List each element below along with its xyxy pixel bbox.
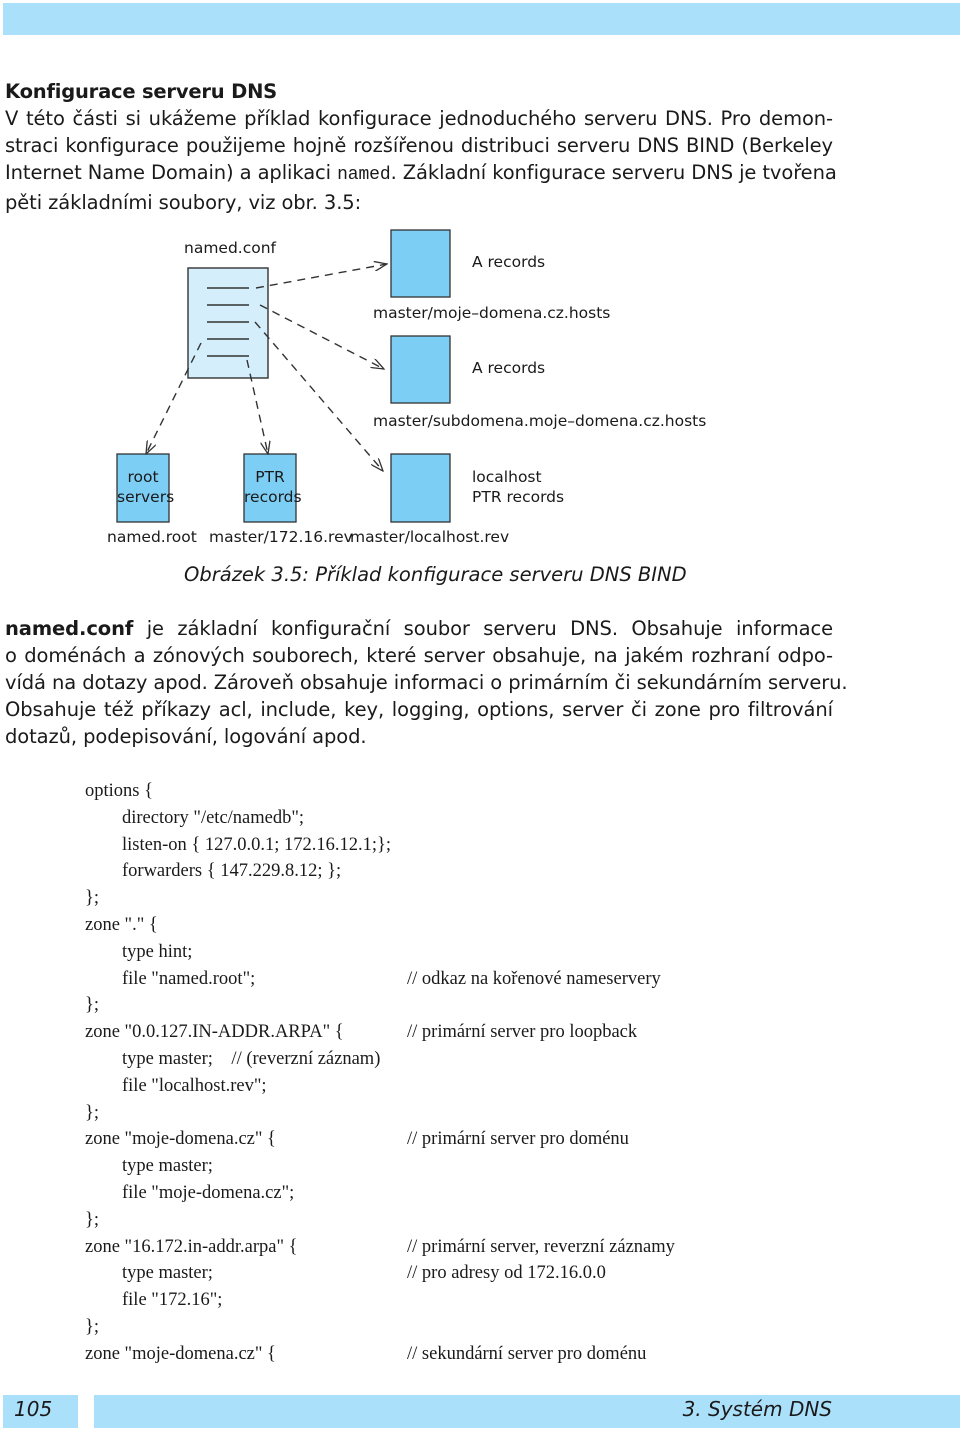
note-a-records: A records	[472, 359, 546, 377]
code-line: };	[85, 885, 391, 912]
code-line: listen-on { 127.0.0.1; 172.16.12.1;};	[85, 832, 391, 859]
label-moje-domena-hosts: master/moje–domena.cz.hosts	[373, 304, 611, 322]
arrow-to-moje-domena	[255, 264, 387, 289]
code-line: directory "/etc/namedb";	[85, 805, 391, 832]
code-line: zone "." {	[85, 912, 391, 939]
code-text: type master;	[85, 1263, 213, 1284]
figure-dns-config: named.conf A records master/moje–domena.…	[0, 225, 960, 600]
note-a-records: A records	[472, 253, 546, 271]
code-text: file "named.root";	[85, 968, 256, 989]
label-172-16-rev: master/172.16.rev	[209, 528, 353, 546]
code-comment: // sekundární server pro doménu	[407, 1343, 647, 1364]
paragraph-line: named.conf je základní konfigurační soub…	[5, 617, 833, 640]
code-comment: // primární server, reverzní záznamy	[407, 1236, 675, 1257]
code-line: zone "moje-domena.cz" { // primární serve…	[85, 1126, 629, 1153]
code-line: };	[85, 992, 391, 1019]
intro-line: pěti základními soubory, viz obr. 3.5:	[5, 191, 362, 214]
code-text: options {	[85, 781, 153, 801]
intro-line: straci konfigurace použijeme hojně rozší…	[5, 134, 833, 157]
code-text: type master;	[85, 1156, 213, 1177]
box-text-ptr-records: PTR records	[244, 468, 302, 506]
code-text: listen-on { 127.0.0.1; 172.16.12.1;};	[85, 834, 392, 855]
code-text: };	[85, 995, 100, 1016]
file-box-moje-domena-hosts	[390, 229, 451, 298]
code-text: file "localhost.rev";	[85, 1075, 267, 1096]
named-conf-paragraph: named.conf je základní konfigurační soub…	[5, 615, 848, 750]
paragraph-line: dotazů, podepisování, logování apod.	[5, 725, 367, 748]
code-text: type master; // (reverzní záznam)	[85, 1048, 381, 1069]
figure-caption: Obrázek 3.5: Příklad konfigurace serveru…	[184, 563, 687, 586]
label-subdomena-hosts: master/subdomena.moje–domena.cz.hosts	[373, 412, 707, 430]
intro-line: Internet Name Domain) a aplikaci named. …	[5, 161, 837, 185]
code-text: zone "moje-domena.cz" {	[85, 1343, 276, 1364]
code-comment: // pro adresy od 172.16.0.0	[407, 1263, 606, 1284]
file-box-subdomena-hosts	[390, 335, 451, 404]
intro-line: V této části si ukážeme příklad konfigur…	[5, 107, 833, 130]
box-text-root-servers: root servers	[117, 468, 175, 506]
arrow-to-named-root	[146, 342, 202, 454]
code-line: file "localhost.rev";	[85, 1073, 391, 1100]
code-listing: options { directory "/etc/namedb"; liste…	[85, 778, 675, 1368]
code-text: };	[85, 1102, 100, 1123]
code-line: zone "moje-domena.cz" { // sekundární ser…	[85, 1341, 646, 1368]
code-line: zone "0.0.127.IN-ADDR.ARPA" { // primární…	[85, 1019, 637, 1046]
code-text: zone "." {	[85, 914, 158, 935]
term-named-conf: named.conf	[5, 617, 134, 640]
code-line: forwarders { 147.229.8.12; };	[85, 858, 391, 885]
code-text: zone "0.0.127.IN-ADDR.ARPA" {	[85, 1022, 344, 1043]
page-number: 105	[14, 1397, 53, 1421]
code-line: };	[85, 1314, 391, 1341]
paragraph-line: vídá na dotazy apod. Zároveň obsahuje in…	[5, 671, 848, 694]
label-localhost-rev: master/localhost.rev	[350, 528, 510, 546]
code-line: };	[85, 1100, 391, 1127]
arrow-to-localhost-rev	[254, 321, 383, 471]
chapter-title: 3. Systém DNS	[682, 1397, 832, 1421]
header-band	[3, 3, 960, 35]
code-line: file "172.16";	[85, 1287, 391, 1314]
inline-code-named: named	[337, 165, 391, 185]
code-text: zone "moje-domena.cz" {	[85, 1129, 276, 1150]
intro-paragraph: V této části si ukážeme příklad konfigur…	[5, 105, 837, 216]
code-line: zone "16.172.in-addr.arpa" { // primární …	[85, 1234, 675, 1261]
section-title: Konfigurace serveru DNS	[5, 80, 278, 103]
code-text: };	[85, 1316, 100, 1337]
code-line: file "moje-domena.cz";	[85, 1180, 391, 1207]
paragraph-line: Obsahuje též příkazy acl, include, key, …	[5, 698, 833, 721]
code-text: };	[85, 888, 100, 909]
label-named-root: named.root	[107, 528, 197, 546]
code-text: };	[85, 1209, 100, 1230]
arrow-to-subdomena	[259, 304, 384, 369]
code-line: file "named.root"; // odkaz na kořenové n…	[85, 966, 661, 993]
code-text: forwarders { 147.229.8.12; };	[85, 861, 342, 882]
code-comment: // odkaz na kořenové nameservery	[407, 968, 661, 989]
code-line: options {	[85, 778, 391, 805]
code-line: type master;	[85, 1153, 391, 1180]
code-line: type hint;	[85, 939, 391, 966]
code-line: type master; // (reverzní záznam)	[85, 1046, 391, 1073]
code-text: type hint;	[85, 941, 193, 962]
code-text: zone "16.172.in-addr.arpa" {	[85, 1236, 298, 1257]
code-line: type master; // pro adresy od 172.16.0.0	[85, 1260, 606, 1287]
label-named-conf: named.conf	[184, 239, 277, 257]
code-text: directory "/etc/namedb";	[85, 807, 305, 828]
code-text: file "moje-domena.cz";	[85, 1182, 295, 1203]
file-box-localhost-rev	[390, 453, 451, 523]
note-localhost-ptr: localhost PTR records	[472, 468, 565, 506]
paragraph-line: o doménách a zónových souborech, které s…	[5, 644, 833, 667]
code-comment: // primární server pro loopback	[407, 1022, 638, 1043]
code-comment: // primární server pro doménu	[407, 1129, 629, 1150]
code-text: file "172.16";	[85, 1290, 223, 1311]
code-line: };	[85, 1207, 391, 1234]
